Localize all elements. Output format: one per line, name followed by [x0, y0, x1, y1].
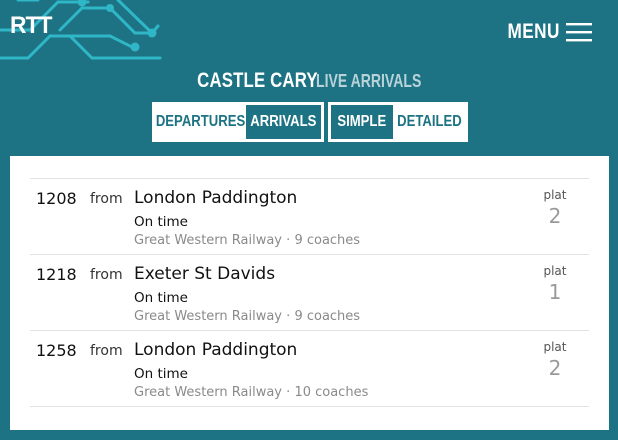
service-origin: London Paddington: [134, 188, 298, 208]
separator: ·: [286, 385, 291, 400]
service-time: 1208: [36, 189, 77, 208]
menu-label: MENU: [507, 20, 560, 43]
station-name: CASTLE CARY: [197, 69, 318, 92]
service-origin: London Paddington: [134, 340, 298, 360]
separator: ·: [286, 309, 291, 324]
service-status: On time: [134, 214, 188, 230]
tab-arrivals[interactable]: ARRIVALS: [246, 105, 321, 139]
separator: ·: [286, 233, 291, 248]
service-operator: Great Western Railway · 9 coaches: [134, 233, 360, 248]
coach-count: 9 coaches: [294, 233, 361, 248]
service-row[interactable]: 1258 from London Paddington On time Grea…: [30, 331, 589, 407]
service-status: On time: [134, 366, 188, 382]
platform-label: plat: [543, 340, 567, 354]
arrivals-panel: 1208 from London Paddington On time Grea…: [10, 156, 609, 430]
coach-count: 9 coaches: [294, 309, 361, 324]
platform-label: plat: [543, 264, 567, 278]
platform-label: plat: [543, 188, 567, 202]
menu-button[interactable]: MENU: [496, 20, 592, 44]
operator-name: Great Western Railway: [134, 385, 283, 400]
direction-toggle: DEPARTURES ARRIVALS: [152, 102, 324, 142]
service-operator: Great Western Railway · 10 coaches: [134, 385, 368, 400]
coach-count: 10 coaches: [294, 385, 369, 400]
platform-number: 2: [548, 204, 562, 228]
from-label: from: [90, 267, 123, 283]
service-list: 1208 from London Paddington On time Grea…: [30, 178, 589, 407]
service-time: 1218: [36, 265, 77, 284]
logo[interactable]: RTT: [10, 12, 52, 40]
service-row[interactable]: 1218 from Exeter St Davids On time Great…: [30, 255, 589, 331]
tab-departures[interactable]: DEPARTURES: [155, 105, 246, 139]
page-title: CASTLE CARY LIVE ARRIVALS: [0, 69, 618, 93]
service-time: 1258: [36, 341, 77, 360]
from-label: from: [90, 343, 123, 359]
service-operator: Great Western Railway · 9 coaches: [134, 309, 360, 324]
board-subtitle: LIVE ARRIVALS: [316, 71, 422, 91]
platform-number: 1: [548, 280, 562, 304]
detail-toggle: SIMPLE DETAILED: [328, 102, 468, 142]
page: RTT MENU CASTLE CARY LIVE ARRIVALS DEPAR…: [0, 0, 618, 440]
service-origin: Exeter St Davids: [134, 264, 276, 284]
hamburger-icon: [566, 23, 592, 42]
tab-simple[interactable]: SIMPLE: [331, 105, 393, 139]
operator-name: Great Western Railway: [134, 233, 283, 248]
operator-name: Great Western Railway: [134, 309, 283, 324]
view-toggles: DEPARTURES ARRIVALS SIMPLE DETAILED: [152, 102, 468, 142]
tab-detailed[interactable]: DETAILED: [393, 105, 465, 139]
service-row[interactable]: 1208 from London Paddington On time Grea…: [30, 179, 589, 255]
from-label: from: [90, 191, 123, 207]
platform-number: 2: [548, 356, 562, 380]
service-status: On time: [134, 290, 188, 306]
